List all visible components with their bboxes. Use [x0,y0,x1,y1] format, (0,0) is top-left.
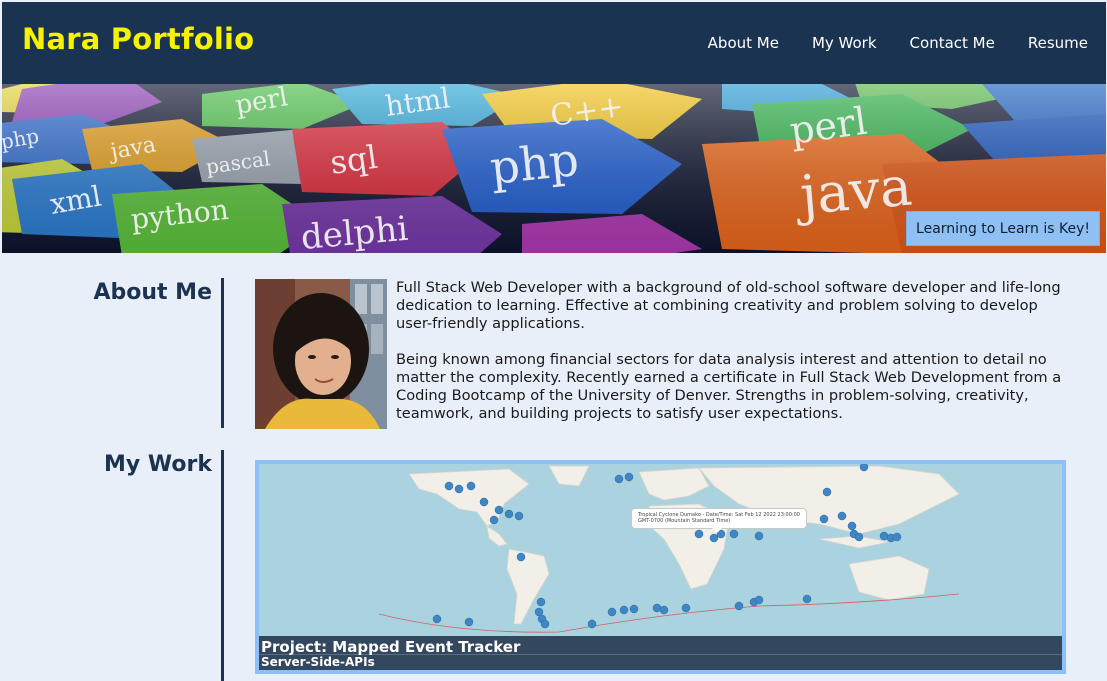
about-divider [221,278,224,428]
hero-tagline: Learning to Learn is Key! [906,211,1100,246]
profile-photo [255,279,387,429]
page: Nara Portfolio About Me My Work Contact … [2,2,1106,681]
about-paragraph: Full Stack Web Developer with a backgrou… [396,279,1061,332]
about-me-text: Full Stack Web Developer with a backgrou… [396,279,1076,423]
nav-link-about-me[interactable]: About Me [708,34,779,52]
project-title[interactable]: Project: Mapped Event Tracker [259,636,1062,656]
hero-tile-label: sql [328,138,380,182]
about-paragraph: Being known among financial sectors for … [396,351,1062,422]
my-work-heading: My Work [104,452,212,477]
project-subtitle[interactable]: Server-Side-APIs [259,655,1062,670]
map-marker-popup: Tropical Cyclone Dumako - Date/Time: Sat… [631,508,807,533]
nav-link-my-work[interactable]: My Work [812,34,877,52]
nav-link-resume[interactable]: Resume [1028,34,1088,52]
about-me-heading: About Me [93,280,212,305]
hero-tile-label: php [488,132,582,195]
hero-tile-label: java [792,154,915,227]
work-divider [221,450,224,681]
brand-logo-text[interactable]: Nara Portfolio [22,22,254,56]
project-card-mapped-event-tracker[interactable]: Tropical Cyclone Dumako - Date/Time: Sat… [255,460,1066,674]
site-header: Nara Portfolio About Me My Work Contact … [2,2,1106,84]
main-nav: About Me My Work Contact Me Resume [675,34,1088,52]
hero-banner: perl html C++ sql php perl java xml pyth… [2,84,1106,253]
nav-link-contact-me[interactable]: Contact Me [910,34,995,52]
project-caption: Project: Mapped Event Tracker Server-Sid… [259,636,1062,670]
